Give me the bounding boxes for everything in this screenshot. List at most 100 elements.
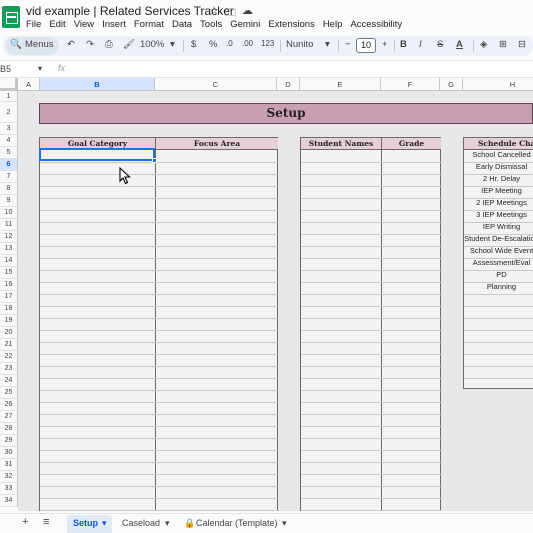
row-header-32[interactable]: 32 [0,471,18,483]
menu-accessibility[interactable]: Accessibility [350,19,402,30]
document-title[interactable]: vid example | Related Services Tracker [26,4,234,18]
strikethrough-button[interactable]: S [437,39,443,50]
add-sheet-button[interactable]: + [22,516,28,528]
menu-extensions[interactable]: Extensions [268,19,314,30]
row-header-25[interactable]: 25 [0,387,18,399]
chevron-down-icon[interactable]: ▾ [282,518,287,529]
row-header-11[interactable]: 11 [0,219,18,231]
row-header-17[interactable]: 17 [0,291,18,303]
row-header-13[interactable]: 13 [0,243,18,255]
menu-format[interactable]: Format [134,19,164,30]
italic-button[interactable]: I [419,39,422,50]
decrease-font-size-button[interactable]: − [345,39,351,50]
row-header-3[interactable]: 3 [0,123,18,135]
row-header-34[interactable]: 34 [0,495,18,507]
row-header-27[interactable]: 27 [0,411,18,423]
schedule-item[interactable]: Planning [464,282,533,291]
number-format-button[interactable]: 123 [261,39,274,48]
bold-button[interactable]: B [400,39,407,50]
text-color-button[interactable]: A [456,39,463,50]
schedule-item[interactable]: IEP Writing [464,222,533,231]
currency-format-button[interactable]: $ [191,39,196,50]
row-header-20[interactable]: 20 [0,327,18,339]
sheets-logo-icon[interactable] [2,6,20,28]
row-header-4[interactable]: 4 [0,135,18,147]
row-header-8[interactable]: 8 [0,183,18,195]
row-header-10[interactable]: 10 [0,207,18,219]
row-header-1[interactable]: 1 [0,91,18,102]
row-header-19[interactable]: 19 [0,315,18,327]
column-header-f[interactable]: F [381,78,440,91]
tab-caseload[interactable]: Caseload [122,518,160,528]
tab-setup[interactable]: Setup [73,518,98,528]
menu-insert[interactable]: Insert [102,19,126,30]
fill-handle[interactable] [152,158,157,163]
all-sheets-button[interactable]: ≡ [43,516,49,528]
schedule-item[interactable]: Assessment/Eval [464,258,533,267]
decrease-decimal-button[interactable]: .0 [226,39,233,48]
menu-gemini[interactable]: Gemini [230,19,260,30]
zoom-select[interactable]: 100% [140,39,164,50]
borders-icon[interactable]: ⊞ [499,39,507,50]
menu-file[interactable]: File [26,19,41,30]
row-header-15[interactable]: 15 [0,267,18,279]
column-header-b[interactable]: B [40,78,155,91]
chevron-down-icon[interactable]: ▾ [102,518,107,529]
name-box[interactable]: B5 [0,64,11,74]
column-header-c[interactable]: C [155,78,277,91]
increase-font-size-button[interactable]: + [382,39,388,50]
row-header-31[interactable]: 31 [0,459,18,471]
row-header-16[interactable]: 16 [0,279,18,291]
row-header-28[interactable]: 28 [0,423,18,435]
percent-format-button[interactable]: % [209,39,217,50]
tab-calendar-template[interactable]: Calendar (Template) [196,518,278,528]
undo-icon[interactable]: ↶ [67,39,75,50]
menu-tools[interactable]: Tools [200,19,222,30]
menu-data[interactable]: Data [172,19,192,30]
row-header-7[interactable]: 7 [0,171,18,183]
schedule-item[interactable]: School Cancelled [464,150,533,159]
row-header-24[interactable]: 24 [0,375,18,387]
row-header-26[interactable]: 26 [0,399,18,411]
redo-icon[interactable]: ↷ [86,39,94,50]
row-header-6[interactable]: 6 [0,159,18,171]
column-header-a[interactable]: A [18,78,40,91]
menu-view[interactable]: View [74,19,94,30]
menu-help[interactable]: Help [323,19,343,30]
row-header-22[interactable]: 22 [0,351,18,363]
chevron-down-icon[interactable]: ▾ [165,518,170,529]
row-header-30[interactable]: 30 [0,447,18,459]
schedule-item[interactable]: Early Dismissal [464,162,533,171]
menu-edit[interactable]: Edit [49,19,65,30]
column-header-h[interactable]: H [463,78,533,91]
column-header-g[interactable]: G [440,78,463,91]
print-icon[interactable]: ⎙ [105,39,113,50]
row-header-21[interactable]: 21 [0,339,18,351]
schedule-item[interactable]: 2 Hr. Delay [464,174,533,183]
font-select[interactable]: Nunito [286,39,313,50]
column-header-e[interactable]: E [300,78,381,91]
font-size-input[interactable]: 10 [356,38,376,53]
schedule-item[interactable]: 2 IEP Meetings [464,198,533,207]
increase-decimal-button[interactable]: .00 [242,39,253,48]
row-header-29[interactable]: 29 [0,435,18,447]
schedule-item[interactable]: 3 IEP Meetings [464,210,533,219]
schedule-item[interactable]: IEP Meeting [464,186,533,195]
row-header-33[interactable]: 33 [0,483,18,495]
spreadsheet-grid[interactable]: ABCDEFGH 1 2 3 4 5 6 7 8 9 10 11 12 13 14 15 16 17 18 19 20… [0,78,533,511]
row-header-9[interactable]: 9 [0,195,18,207]
selected-cell[interactable] [39,148,155,161]
schedule-item[interactable]: Student De-Escalation [464,234,533,243]
row-header-23[interactable]: 23 [0,363,18,375]
fill-color-icon[interactable]: ◈ [480,39,487,50]
row-header-14[interactable]: 14 [0,255,18,267]
row-header-12[interactable]: 12 [0,231,18,243]
schedule-item[interactable]: School Wide Event [464,246,533,255]
paint-format-icon[interactable]: 🖌 [123,39,135,50]
row-header-5[interactable]: 5 [0,147,18,159]
chevron-down-icon[interactable]: ▾ [38,64,42,73]
merge-cells-icon[interactable]: ⊟ [518,39,526,50]
row-header-2[interactable]: 2 [0,102,18,123]
column-header-d[interactable]: D [277,78,300,91]
row-header-18[interactable]: 18 [0,303,18,315]
